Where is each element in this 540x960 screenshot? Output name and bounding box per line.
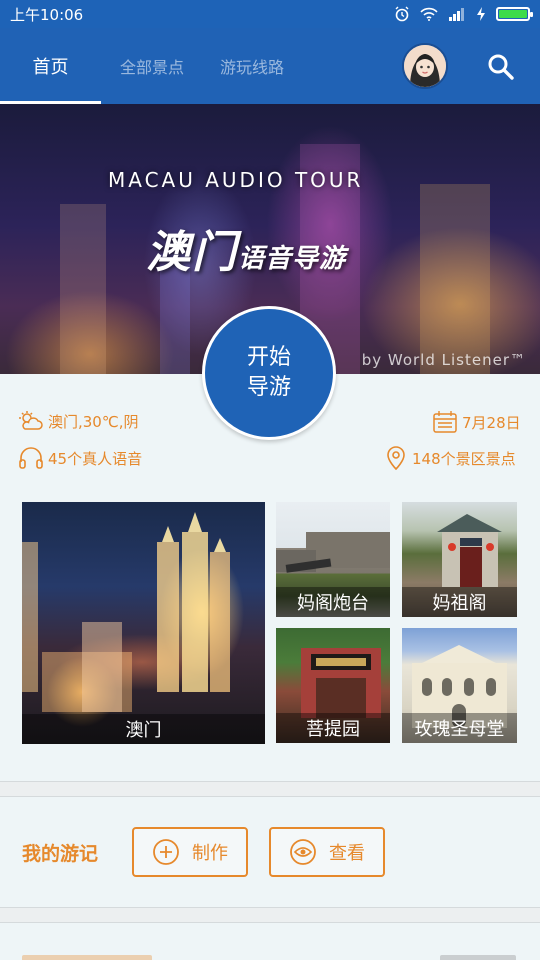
weather-text: 澳门,30℃,阴 <box>48 412 139 431</box>
attraction-label-a-ma-temple: 妈祖阁 <box>402 587 517 617</box>
start-tour-line1: 开始 <box>246 345 291 370</box>
search-icon[interactable] <box>486 52 516 82</box>
user-avatar-icon <box>404 45 446 87</box>
location-pin-icon <box>387 446 405 471</box>
banner-title-tail: 语音导游 <box>238 244 347 274</box>
start-tour-line2: 导游 <box>246 375 291 400</box>
tab-all-attractions[interactable]: 全部景点 <box>108 28 196 104</box>
calendar-icon <box>433 411 457 433</box>
voice-count-info: 45个真人语音 <box>18 446 142 470</box>
eye-icon <box>290 839 316 865</box>
tab-home[interactable]: 首页 <box>0 28 101 104</box>
my-diary-title: 我的游记 <box>22 843 99 865</box>
macau-skyline-image <box>22 512 230 712</box>
my-diary-card: 我的游记 制作 查看 <box>0 796 540 908</box>
attraction-tile-st-dominic-church[interactable]: 玫瑰圣母堂 <box>402 628 517 743</box>
status-time: 上午10:06 <box>10 5 84 24</box>
attraction-label-bodhi-garden: 菩提园 <box>276 713 390 743</box>
create-diary-label: 制作 <box>192 843 228 864</box>
start-tour-button[interactable]: 开始 导游 <box>202 306 336 440</box>
weather-cloudy-icon <box>19 411 43 430</box>
spot-count-info: 148个景区景点 <box>384 445 516 471</box>
attraction-label-st-dominic-church: 玫瑰圣母堂 <box>402 713 517 743</box>
next-section-peek <box>0 922 540 960</box>
headphones-icon <box>19 447 43 469</box>
plus-circle-icon <box>153 839 179 865</box>
banner-title: 澳门语音导游 <box>146 216 346 280</box>
create-diary-button[interactable]: 制作 <box>132 827 248 877</box>
banner-title-main: 澳门 <box>146 227 238 278</box>
spot-count-text: 148个景区景点 <box>412 449 516 468</box>
signal-icon <box>449 8 464 21</box>
charging-icon <box>477 7 485 21</box>
status-bar: 上午10:06 <box>0 0 540 28</box>
wifi-icon <box>420 7 438 21</box>
banner-credit: by World Listener™ <box>361 351 526 369</box>
date-info: 7月28日 <box>432 410 521 434</box>
attraction-label-barra-fort: 妈阁炮台 <box>276 587 390 617</box>
attraction-tile-macau[interactable]: 澳门 <box>22 502 265 744</box>
alarm-icon <box>395 6 409 22</box>
attraction-tile-bodhi-garden[interactable]: 菩提园 <box>276 628 390 743</box>
attraction-tile-a-ma-temple[interactable]: 妈祖阁 <box>402 502 517 617</box>
weather-info: 澳门,30℃,阴 <box>18 410 138 432</box>
banner-subtitle: MACAU AUDIO TOUR <box>108 168 364 192</box>
view-diary-label: 查看 <box>329 843 365 864</box>
top-nav: 首页 全部景点 游玩线路 <box>0 28 540 104</box>
status-icons <box>394 6 533 22</box>
battery-icon <box>496 7 533 21</box>
attraction-tile-barra-fort[interactable]: 妈阁炮台 <box>276 502 390 617</box>
tab-tour-routes[interactable]: 游玩线路 <box>208 28 296 104</box>
avatar[interactable] <box>402 43 448 89</box>
voice-count-text: 45个真人语音 <box>48 449 143 468</box>
view-diary-button[interactable]: 查看 <box>269 827 385 877</box>
attraction-label-macau: 澳门 <box>22 714 265 744</box>
date-text: 7月28日 <box>462 413 521 432</box>
